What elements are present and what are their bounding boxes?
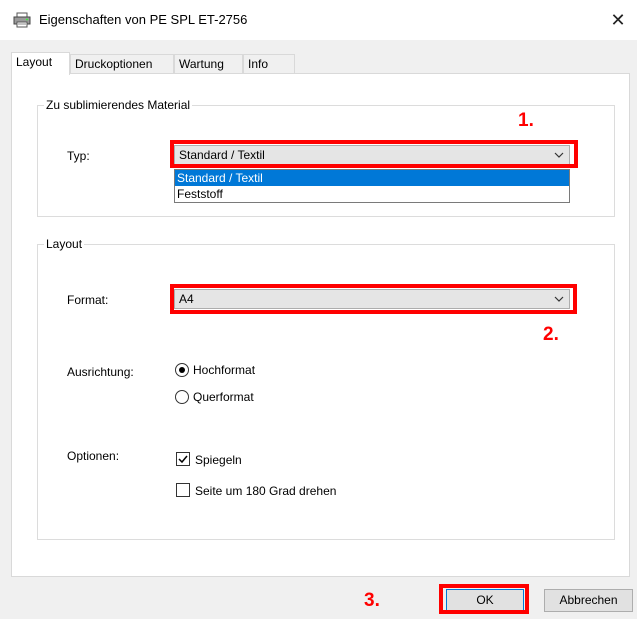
- format-select-value: A4: [179, 292, 194, 306]
- dropdown-option-standard-textil[interactable]: Standard / Textil: [175, 170, 569, 186]
- checkbox-drehen-label: Seite um 180 Grad drehen: [195, 484, 337, 498]
- tab-label: Layout: [16, 55, 53, 69]
- close-icon[interactable]: ✕: [606, 8, 630, 32]
- checkmark-icon: [178, 455, 188, 464]
- checkbox-spiegeln[interactable]: [176, 452, 190, 466]
- type-dropdown-list: Standard / Textil Feststoff: [174, 169, 570, 203]
- chevron-down-icon: [553, 293, 565, 305]
- tab-label: Wartung: [179, 57, 224, 71]
- format-label: Format:: [67, 293, 109, 307]
- radio-querformat[interactable]: [175, 390, 189, 404]
- tab-layout[interactable]: Layout: [11, 52, 70, 75]
- options-label: Optionen:: [67, 449, 120, 463]
- radio-querformat-label: Querformat: [193, 390, 254, 404]
- layout-group-title: Layout: [44, 237, 85, 251]
- tab-info[interactable]: Info: [243, 54, 295, 74]
- printer-icon: [13, 12, 31, 28]
- ok-button[interactable]: OK: [446, 589, 524, 612]
- title-bar: Eigenschaften von PE SPL ET-2756 ✕: [0, 0, 637, 40]
- type-label: Typ:: [67, 149, 90, 163]
- tab-label: Info: [248, 57, 269, 71]
- material-group-title: Zu sublimierendes Material: [44, 98, 193, 112]
- checkbox-drehen[interactable]: [176, 483, 190, 497]
- checkbox-spiegeln-label: Spiegeln: [195, 453, 242, 467]
- cancel-button[interactable]: Abbrechen: [544, 589, 633, 612]
- dropdown-option-feststoff[interactable]: Feststoff: [175, 186, 569, 202]
- radio-hochformat-label: Hochformat: [193, 363, 256, 377]
- step-1-label: 1.: [518, 110, 534, 131]
- chevron-down-icon: [553, 149, 565, 161]
- tab-label: Druckoptionen: [75, 57, 153, 71]
- format-select[interactable]: A4: [174, 289, 570, 309]
- step-2-label: 2.: [543, 324, 559, 345]
- step-3-label: 3.: [364, 590, 380, 611]
- orientation-label: Ausrichtung:: [67, 365, 134, 379]
- type-select[interactable]: Standard / Textil: [174, 145, 570, 165]
- window-title: Eigenschaften von PE SPL ET-2756: [39, 12, 248, 27]
- tab-wartung[interactable]: Wartung: [174, 54, 243, 74]
- type-select-value: Standard / Textil: [179, 148, 265, 162]
- tab-druckoptionen[interactable]: Druckoptionen: [70, 54, 174, 74]
- radio-hochformat[interactable]: [175, 363, 189, 377]
